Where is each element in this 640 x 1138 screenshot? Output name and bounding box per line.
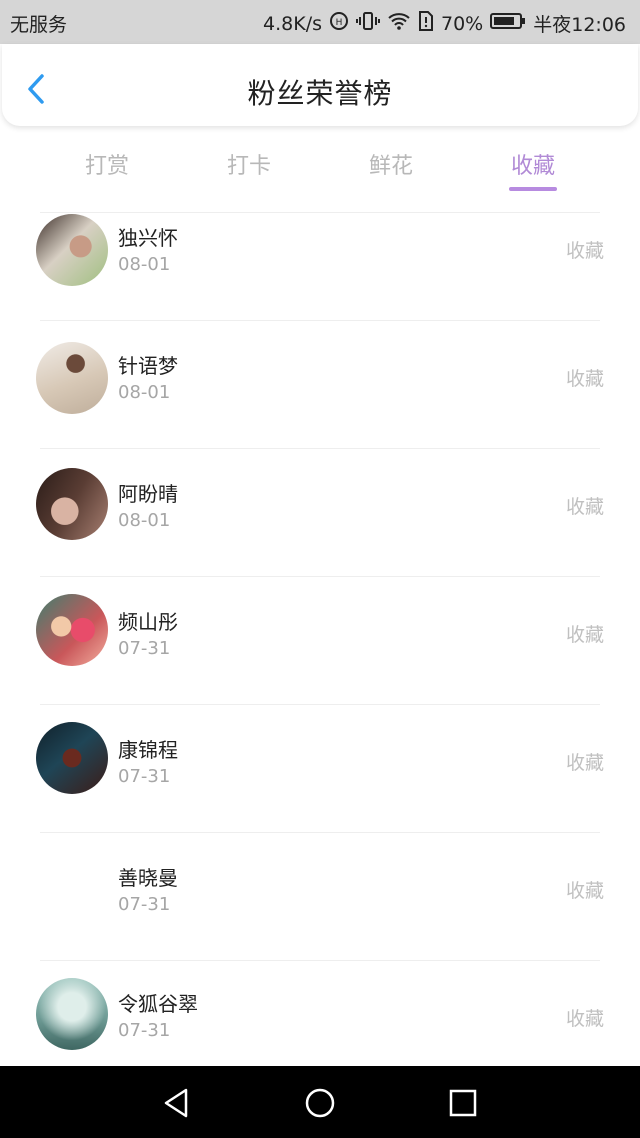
favorite-label: 收藏: [565, 368, 604, 390]
list-item[interactable]: 令狐谷翠 07-31 收藏: [0, 960, 640, 1068]
fan-name: 频山彤: [118, 610, 178, 634]
system-nav-bar: [0, 1066, 640, 1138]
carrier-label: 无服务: [10, 14, 68, 36]
triangle-back-icon: [164, 1088, 188, 1118]
avatar[interactable]: [36, 214, 108, 286]
favorite-label: 收藏: [565, 752, 604, 774]
wifi-icon: [387, 11, 411, 36]
fan-date: 08-01: [118, 382, 171, 403]
divider: [40, 212, 600, 213]
avatar[interactable]: [36, 978, 108, 1050]
list-item[interactable]: 康锦程 07-31 收藏: [0, 704, 640, 832]
favorite-label: 收藏: [565, 624, 604, 646]
fan-name: 善晓曼: [118, 866, 178, 890]
favorite-label: 收藏: [565, 1008, 604, 1030]
fan-date: 08-01: [118, 510, 171, 531]
svg-text:H: H: [336, 18, 343, 28]
fan-name: 独兴怀: [118, 226, 178, 250]
clock: 半夜12:06: [533, 14, 626, 36]
avatar[interactable]: [36, 594, 108, 666]
tab-checkin[interactable]: 打卡: [189, 148, 309, 180]
circle-home-icon: [305, 1088, 335, 1118]
list-item[interactable]: 善晓曼 07-31 收藏: [0, 832, 640, 960]
list-item[interactable]: 针语梦 08-01 收藏: [0, 320, 640, 448]
page-title: 粉丝荣誉榜: [247, 77, 393, 110]
list-item[interactable]: 阿盼晴 08-01 收藏: [0, 448, 640, 576]
divider: [40, 960, 600, 961]
fan-name: 针语梦: [118, 354, 178, 378]
network-speed: 4.8K/s: [263, 12, 322, 35]
fan-date: 07-31: [118, 766, 171, 787]
favorite-label: 收藏: [565, 880, 604, 902]
tab-reward[interactable]: 打赏: [47, 148, 167, 180]
avatar[interactable]: [36, 850, 108, 922]
divider: [40, 832, 600, 833]
tab-bar: 打赏 打卡 鲜花 收藏: [0, 140, 640, 200]
active-tab-indicator: [509, 187, 557, 191]
status-right: 4.8K/s H 70% 半夜12:06: [263, 10, 626, 37]
fan-date: 07-31: [118, 638, 171, 659]
fan-name: 康锦程: [118, 738, 178, 762]
tab-flowers[interactable]: 鲜花: [331, 148, 451, 180]
fan-name: 阿盼晴: [118, 482, 178, 506]
avatar[interactable]: [36, 722, 108, 794]
divider: [40, 704, 600, 705]
avatar[interactable]: [36, 468, 108, 540]
fan-date: 07-31: [118, 1020, 171, 1041]
favorite-label: 收藏: [565, 240, 604, 262]
tab-favorites[interactable]: 收藏: [473, 148, 593, 180]
nav-back-button[interactable]: [160, 1086, 194, 1120]
fan-name: 令狐谷翠: [118, 992, 198, 1016]
divider: [40, 448, 600, 449]
sim-alert-icon: [418, 11, 434, 36]
vibrate-icon: [356, 11, 380, 36]
nav-home-button[interactable]: [303, 1086, 337, 1120]
battery-icon: [490, 12, 526, 35]
list-item[interactable]: 频山彤 07-31 收藏: [0, 576, 640, 704]
hd-call-icon: H: [329, 11, 349, 36]
fan-list: 独兴怀 08-01 收藏 针语梦 08-01 收藏 阿盼晴 08-01 收藏 频…: [0, 212, 640, 1068]
status-bar: 无服务 4.8K/s H 70% 半夜12:06: [0, 0, 640, 44]
avatar[interactable]: [36, 342, 108, 414]
favorite-label: 收藏: [565, 496, 604, 518]
divider: [40, 320, 600, 321]
fan-date: 07-31: [118, 894, 171, 915]
nav-recents-button[interactable]: [446, 1086, 480, 1120]
app-header: 粉丝荣誉榜: [2, 44, 638, 126]
fan-date: 08-01: [118, 254, 171, 275]
square-recents-icon: [449, 1089, 477, 1117]
battery-percent: 70%: [441, 12, 484, 35]
divider: [40, 576, 600, 577]
